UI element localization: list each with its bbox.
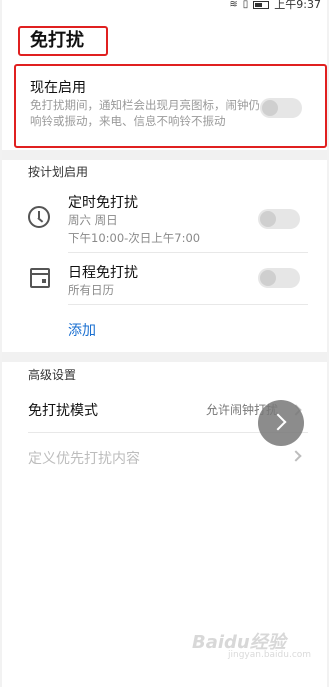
status-time: 上午9:37	[274, 0, 321, 11]
scheduled-dnd-days: 周六 周日	[68, 213, 118, 227]
divider	[68, 252, 308, 253]
calendar-dnd-subtitle: 所有日历	[68, 283, 114, 297]
clock-icon	[28, 206, 50, 228]
scheduled-dnd-toggle[interactable]	[258, 209, 300, 229]
calendar-icon	[30, 268, 50, 288]
sim-icon: ▯	[242, 0, 249, 10]
now-enabled-row[interactable]: 现在启用 免打扰期间，通知栏会出现月亮图标，闹钟仍响铃或振动，来电、信息不响铃不…	[14, 64, 327, 148]
next-floating-button[interactable]	[258, 400, 304, 446]
priority-content-label: 定义优先打扰内容	[28, 451, 140, 467]
battery-icon	[253, 1, 270, 9]
section-gap	[2, 352, 327, 362]
now-enabled-toggle[interactable]	[260, 98, 302, 118]
toggle-knob	[262, 100, 278, 116]
add-schedule-link[interactable]: 添加	[68, 320, 96, 340]
watermark-url: jingyan.baidu.com	[228, 650, 312, 660]
schedule-header: 按计划启用	[28, 165, 89, 179]
chevron-right-icon	[290, 450, 302, 462]
advanced-header: 高级设置	[28, 368, 77, 382]
toggle-knob	[260, 270, 276, 286]
scheduled-dnd-time: 下午10:00-次日上午7:00	[68, 231, 201, 245]
toggle-knob	[260, 211, 276, 227]
chevron-right-icon	[269, 413, 287, 431]
divider	[68, 304, 308, 305]
calendar-dnd-title[interactable]: 日程免打扰	[68, 262, 138, 282]
section-gap	[2, 150, 327, 160]
calendar-dnd-toggle[interactable]	[258, 268, 300, 288]
settings-screen: ≋ ▯ 上午9:37 免打扰 现在启用 免打扰期间，通知栏会出现月亮图标，闹钟仍…	[2, 0, 327, 687]
dnd-mode-label[interactable]: 免打扰模式	[28, 400, 98, 420]
wifi-icon: ≋	[229, 0, 238, 10]
now-enabled-description: 免打扰期间，通知栏会出现月亮图标，闹钟仍响铃或振动，来电、信息不响铃不振动	[30, 98, 260, 128]
now-enabled-title: 现在启用	[30, 80, 86, 96]
page-title: 免打扰	[18, 26, 108, 56]
status-bar: ≋ ▯ 上午9:37	[229, 0, 321, 10]
scheduled-dnd-title[interactable]: 定时免打扰	[68, 192, 138, 212]
